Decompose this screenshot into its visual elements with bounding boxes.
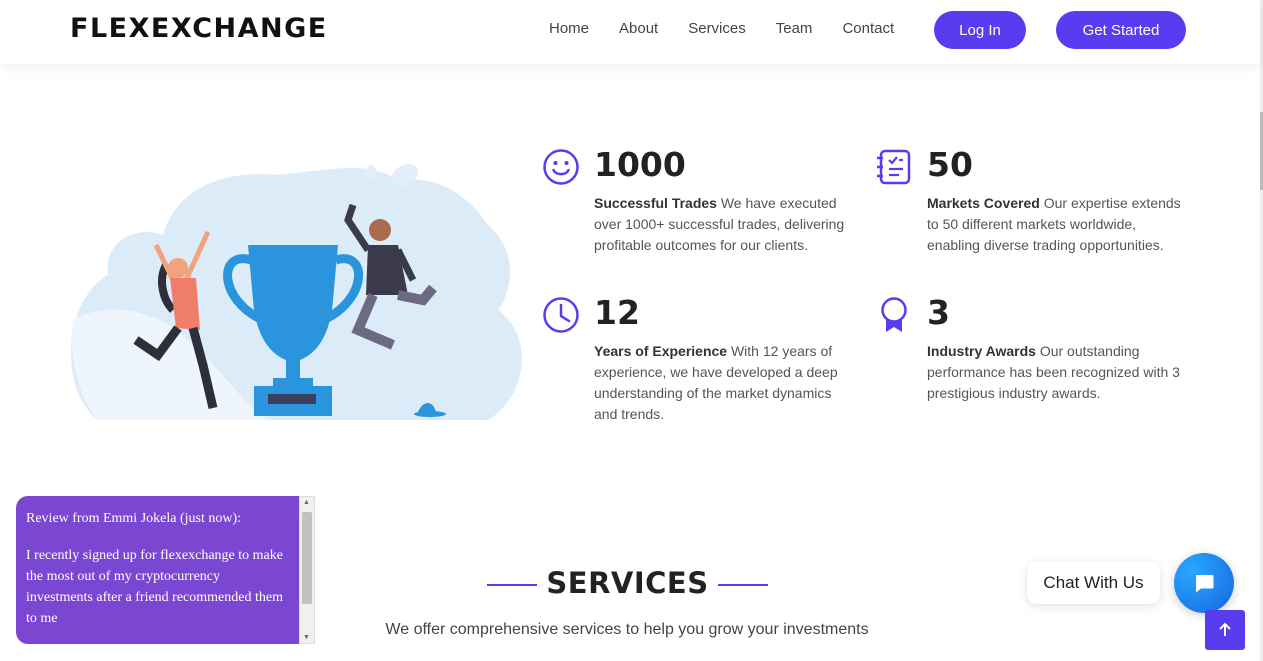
stat-number: 1000 xyxy=(594,145,686,184)
stat-number: 50 xyxy=(927,145,973,184)
award-icon xyxy=(881,297,907,332)
stat-title: Years of Experience xyxy=(594,343,728,359)
review-popup[interactable]: Review from Emmi Jokela (just now): I re… xyxy=(16,496,315,644)
trophy-celebration-illustration xyxy=(70,163,522,420)
review-header: Review from Emmi Jokela (just now): xyxy=(26,511,242,526)
stat-description: Successful Trades We have executed over … xyxy=(594,193,856,256)
review-scrollbar[interactable]: ▲ ▼ xyxy=(299,496,315,644)
arrow-up-icon xyxy=(1219,622,1231,636)
review-scroll-thumb[interactable] xyxy=(302,512,312,604)
get-started-button[interactable]: Get Started xyxy=(1056,11,1186,49)
scroll-up-icon[interactable]: ▲ xyxy=(303,499,310,506)
site-header: FLEXEXCHANGE Home About Services Team Co… xyxy=(0,0,1260,64)
review-body: I recently signed up for flexexchange to… xyxy=(26,548,283,626)
stat-title: Industry Awards xyxy=(927,343,1036,359)
stat-description: Industry Awards Our outstanding performa… xyxy=(927,341,1189,404)
services-title: SERVICES xyxy=(546,566,709,600)
clock-icon xyxy=(543,297,579,333)
stat-number: 3 xyxy=(927,293,950,332)
stat-industry-awards: 3 Industry Awards Our outstanding perfor… xyxy=(881,293,1189,404)
nav-services[interactable]: Services xyxy=(688,20,746,37)
stat-years-experience: 12 Years of Experience With 12 years of … xyxy=(543,293,856,425)
stat-title: Successful Trades xyxy=(594,195,717,211)
scroll-down-icon[interactable]: ▼ xyxy=(303,634,310,641)
stat-number: 12 xyxy=(594,293,640,332)
stat-description: Years of Experience With 12 years of exp… xyxy=(594,341,856,425)
heading-divider-right xyxy=(718,584,768,586)
site-logo[interactable]: FLEXEXCHANGE xyxy=(70,13,328,44)
stat-successful-trades: 1000 Successful Trades We have executed … xyxy=(543,145,856,256)
stat-markets-covered: 50 Markets Covered Our expertise extends… xyxy=(877,145,1189,256)
services-subtitle: We offer comprehensive services to help … xyxy=(385,621,869,638)
smiley-icon xyxy=(543,149,579,185)
chat-button[interactable] xyxy=(1174,553,1234,613)
back-to-top-button[interactable] xyxy=(1205,610,1245,650)
nav-team[interactable]: Team xyxy=(776,20,813,37)
stat-description: Markets Covered Our expertise extends to… xyxy=(927,193,1189,256)
nav-home[interactable]: Home xyxy=(549,20,589,37)
journal-icon xyxy=(877,149,911,185)
services-heading: SERVICES xyxy=(487,566,768,604)
chat-with-us-label[interactable]: Chat With Us xyxy=(1027,562,1160,604)
stat-title: Markets Covered xyxy=(927,195,1040,211)
main-nav: Home About Services Team Contact xyxy=(549,20,894,37)
nav-about[interactable]: About xyxy=(619,20,658,37)
login-button[interactable]: Log In xyxy=(934,11,1026,49)
chat-bubble-icon xyxy=(1196,575,1214,593)
nav-contact[interactable]: Contact xyxy=(842,20,894,37)
